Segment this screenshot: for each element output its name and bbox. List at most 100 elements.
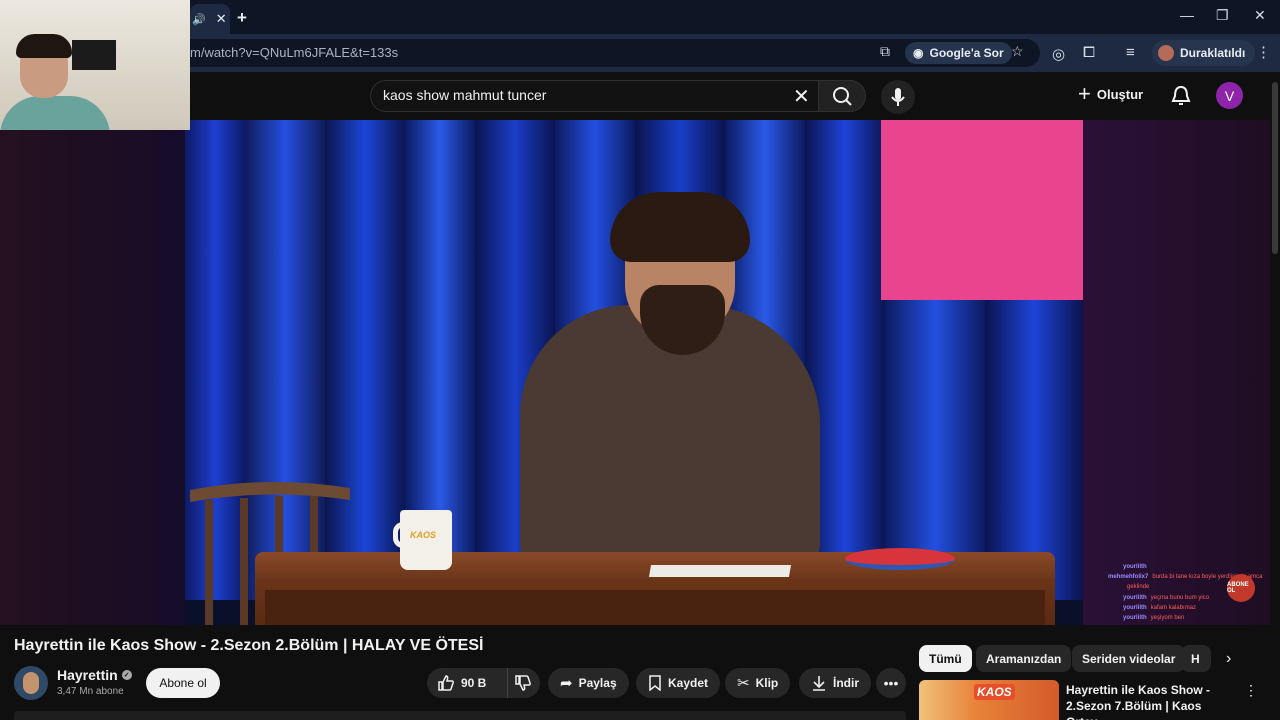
profile-label: Duraklatıldı [1180, 46, 1246, 60]
bookmark-star-icon[interactable]: ☆ [1011, 43, 1024, 60]
video-frame[interactable]: KAOS [185, 120, 1083, 625]
chat-username: yourlilth [1123, 594, 1147, 601]
create-label: Oluştur [1096, 86, 1144, 102]
thumbs-up-icon [438, 675, 454, 691]
verified-check-icon: ✓ [121, 670, 132, 680]
clip-button[interactable]: ✂ Klip [725, 668, 791, 698]
media-control-icon[interactable]: ≡ [1126, 44, 1135, 61]
microphone-icon [891, 88, 905, 106]
video-player[interactable]: KAOS yourlilth mehmehfolix7 burda bi tane … [0, 120, 1280, 625]
host-hair [610, 192, 750, 262]
chat-username: mehmehfolix7 [1108, 574, 1149, 581]
bookmark-icon [649, 675, 661, 691]
speaker-icon[interactable]: 🔊 [192, 13, 206, 26]
search-input[interactable] [383, 87, 783, 103]
mug-logo: KAOS [410, 530, 437, 540]
kaos-mug: KAOS [400, 510, 452, 570]
chat-username: yourlilth [1123, 615, 1147, 621]
create-button[interactable]: + Oluştur [1078, 81, 1144, 106]
voice-search-button[interactable] [881, 80, 915, 114]
extensions-puzzle-icon[interactable]: ⧠ [1083, 44, 1095, 61]
address-bar[interactable]: m/watch?v=QNuLm6JFALE&t=133s ⧉ ◉ Google'… [190, 39, 1040, 67]
chat-message: yourlilth kafam kalabımaz [1123, 605, 1196, 612]
ambient-glow-right [1083, 120, 1280, 625]
description-box-edge[interactable] [14, 711, 906, 720]
wall-tv [72, 40, 116, 70]
ambient-glow-left [0, 120, 185, 625]
chip-all[interactable]: Tümü [919, 645, 972, 672]
profile-button[interactable]: Duraklatıldı [1152, 40, 1256, 66]
dislike-button[interactable] [507, 668, 537, 698]
chat-text: kafam kalabımaz [1150, 604, 1197, 611]
chip-partial[interactable]: H [1181, 645, 1211, 672]
more-horizontal-icon: ••• [883, 675, 899, 691]
channel-name-text[interactable]: Hayrettin [57, 667, 118, 683]
scissors-icon: ✂ [737, 675, 750, 692]
thumbs-down-icon [514, 675, 531, 691]
chat-message: yourlilth [1123, 564, 1151, 571]
subscriber-count: 3,47 Mn abone [57, 686, 124, 697]
save-label: Kaydet [668, 676, 709, 690]
chat-text: yeçma bunu bum yico [1150, 594, 1210, 601]
recommended-video-thumbnail[interactable]: KAOS [919, 680, 1059, 720]
extension-icon-1[interactable]: ◎ [1052, 45, 1065, 63]
subscribe-badge: ABONE OL [1227, 574, 1255, 602]
share-button[interactable]: ➦ Paylaş [548, 668, 629, 698]
download-icon [813, 676, 825, 691]
clear-search-icon[interactable]: ✕ [793, 84, 810, 109]
youtube-masthead: ✕ + Oluştur V [0, 72, 1280, 120]
chat-text: yeşiyom ben [1150, 615, 1185, 621]
chat-username: yourlilth [1123, 604, 1147, 611]
desk-paper [648, 565, 792, 577]
plus-icon: + [1078, 81, 1091, 106]
close-window-icon[interactable]: ✕ [1254, 7, 1266, 24]
more-actions-button[interactable]: ••• [876, 668, 906, 698]
google-sor-label: Google'a Sor [929, 46, 1004, 60]
channel-name[interactable]: Hayrettin ✓ [57, 667, 132, 683]
subscribe-button[interactable]: Abone ol [146, 668, 220, 698]
account-avatar[interactable]: V [1216, 82, 1243, 109]
notifications-button[interactable] [1170, 84, 1192, 113]
like-count: 90 B [461, 676, 487, 690]
chip-series-videos[interactable]: Seriden videolar [1072, 645, 1186, 672]
browser-tab-active[interactable]: 🔊 ✕ [190, 4, 230, 34]
download-button[interactable]: İndir [799, 668, 871, 698]
like-button[interactable]: 90 B [437, 668, 486, 698]
close-tab-icon[interactable]: ✕ [216, 11, 227, 27]
chat-username: yourlilth [1123, 564, 1147, 570]
streamer-hair [16, 34, 72, 58]
bell-icon [1171, 85, 1191, 105]
thumbnail-logo: KAOS [974, 684, 1015, 700]
chip-from-search[interactable]: Aramanızdan [976, 645, 1072, 672]
save-button[interactable]: Kaydet [636, 668, 721, 698]
recommended-video-title[interactable]: Hayrettin ile Kaos Show - 2.Sezon 7.Bölü… [1066, 682, 1241, 720]
share-arrow-icon: ➦ [560, 675, 573, 692]
search-icon [833, 87, 852, 106]
chat-message: geklinde [1123, 584, 1149, 591]
channel-avatar[interactable] [14, 666, 48, 700]
url-text[interactable]: m/watch?v=QNuLm6JFALE&t=133s [190, 45, 398, 60]
google-sor-button[interactable]: ◉ Google'a Sor [905, 42, 1012, 64]
red-buzzer [845, 548, 955, 570]
clip-label: Klip [755, 676, 779, 690]
page-scrollbar[interactable] [1270, 72, 1280, 720]
restore-icon[interactable]: ❐ [1216, 7, 1229, 24]
desk-front [265, 590, 1045, 625]
cast-icon[interactable]: ⧉ [880, 43, 890, 60]
minimize-icon[interactable]: — [1180, 7, 1194, 23]
download-label: İndir [833, 676, 859, 690]
search-button[interactable] [818, 80, 866, 112]
search-box: ✕ [370, 80, 818, 112]
browser-menu-icon[interactable]: ⋮ [1256, 43, 1271, 61]
pink-backdrop-panel [881, 120, 1083, 300]
like-dislike-group: 90 B [427, 668, 540, 698]
vertical-more-icon[interactable]: ⋮ [1244, 682, 1258, 699]
chevron-right-icon[interactable]: › [1226, 650, 1231, 668]
video-title: Hayrettin ile Kaos Show - 2.Sezon 2.Bölü… [14, 637, 484, 654]
lens-icon: ◉ [913, 46, 924, 60]
scrollbar-thumb[interactable] [1272, 82, 1278, 254]
new-tab-icon[interactable]: + [237, 8, 247, 28]
profile-avatar [1158, 45, 1174, 61]
chat-message: yourlilth yeçma bunu bum yico [1123, 595, 1209, 602]
chat-text: geklinde [1127, 584, 1150, 591]
